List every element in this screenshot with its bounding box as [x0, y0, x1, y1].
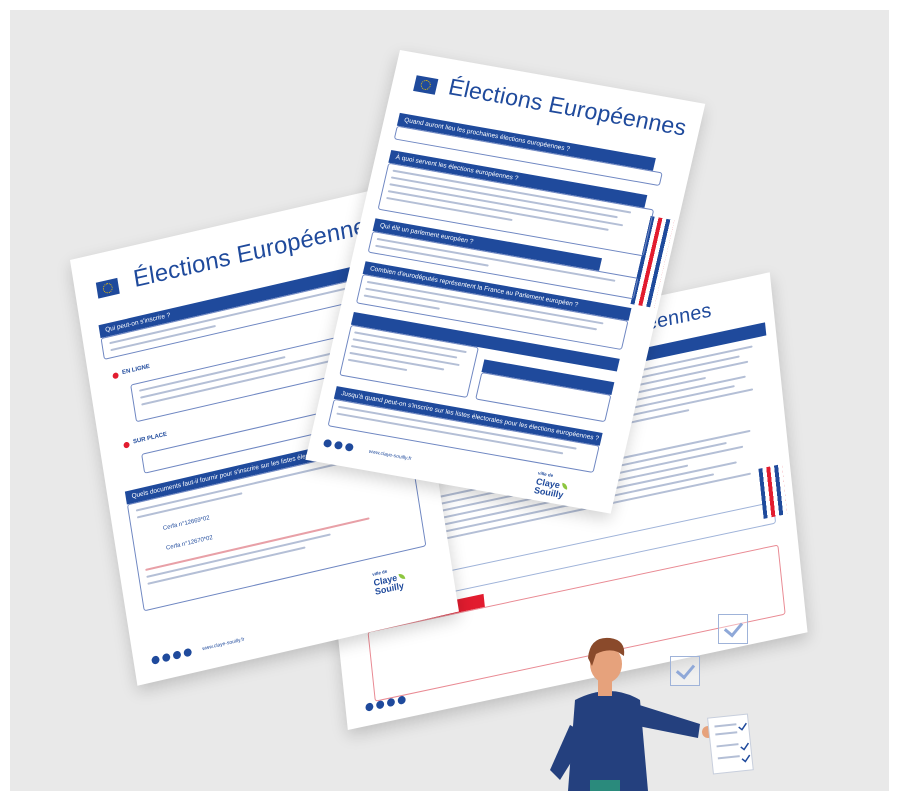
label-online: EN LIGNE — [121, 363, 151, 377]
city-logo: ville de Claye Souilly — [372, 563, 407, 597]
city-logo-front-line2: Souilly — [533, 485, 565, 500]
city-logo-front: ville de Claye Souilly — [533, 469, 571, 501]
leaf-icon-front — [561, 482, 569, 490]
eu-flag-icon-front — [413, 75, 439, 95]
front-sheet-social-icons — [322, 438, 355, 452]
left-sheet-website: www.claye-souilly.fr — [201, 636, 245, 653]
left-sheet-social-icons — [151, 647, 193, 665]
person-illustration — [550, 637, 754, 791]
leaf-icon — [398, 572, 406, 581]
ballot-paper — [707, 713, 754, 775]
label-on-site: SUR PLACE — [132, 431, 168, 446]
front-sheet-website: www.claye-souilly.fr — [368, 448, 413, 463]
person-shirt — [590, 780, 620, 791]
red-bullet-icon — [112, 372, 119, 380]
back-sheet-flag-stripes — [758, 463, 788, 519]
red-bullet-icon-2 — [123, 441, 130, 449]
illustration-scene: uropéennes Élections Européennes Qui peu… — [10, 10, 889, 791]
eu-flag-icon — [95, 277, 120, 299]
